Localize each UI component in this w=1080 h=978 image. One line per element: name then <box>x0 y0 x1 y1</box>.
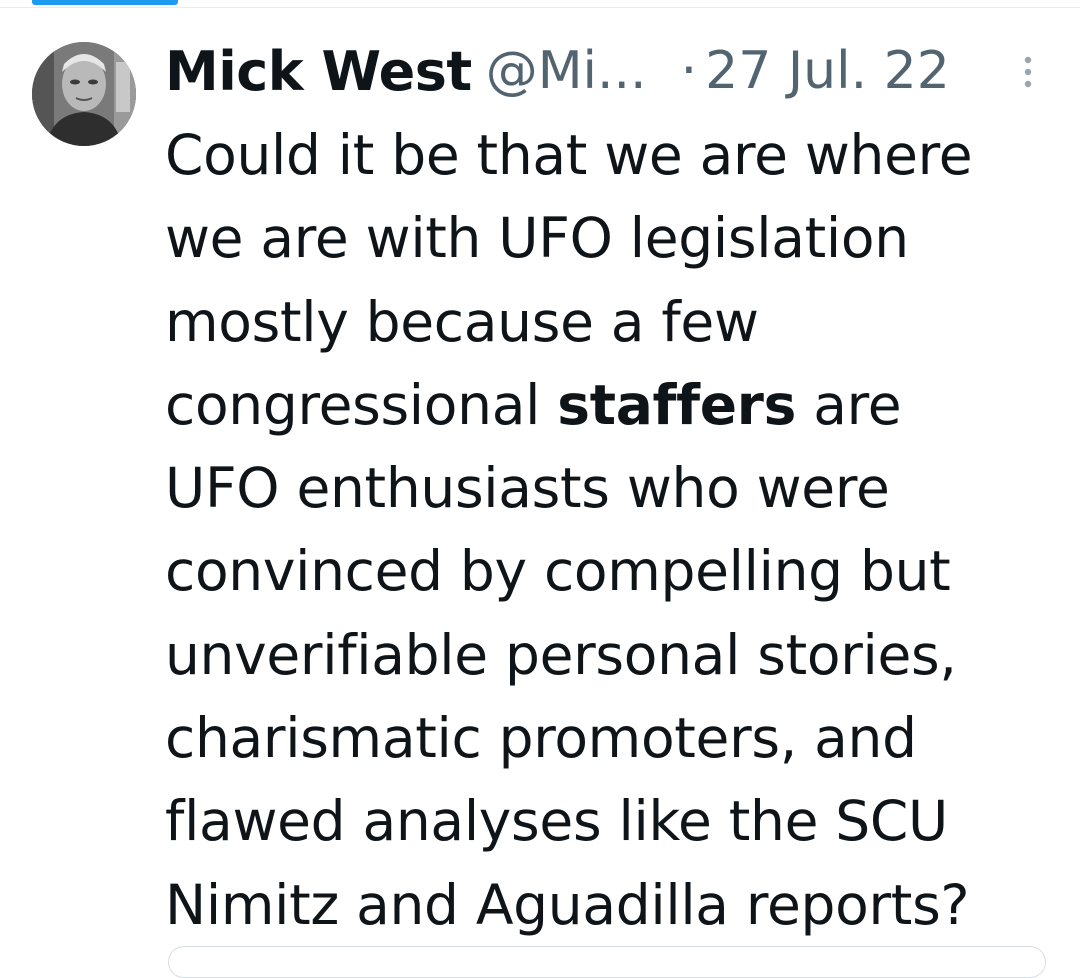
avatar[interactable] <box>32 42 136 146</box>
active-tab-indicator <box>32 0 178 5</box>
author-name[interactable]: Mick West <box>165 40 472 103</box>
quoted-card[interactable] <box>168 946 1046 978</box>
highlighted-term: staffers <box>557 372 797 437</box>
more-options-button[interactable] <box>1022 52 1034 92</box>
tweet-line: congressional staffers are <box>165 364 1065 447</box>
tweet-text: Could it be that we are where we are wit… <box>165 114 1065 947</box>
divider <box>0 7 1080 8</box>
tweet-date[interactable]: 27 Jul. 22 <box>705 41 950 101</box>
tweet-text-segment: congressional <box>165 372 558 437</box>
tweet-header: Mick West @Mi... · 27 Jul. 22 <box>165 36 950 106</box>
tweet-line: we are with UFO legislation <box>165 206 909 271</box>
separator: · <box>680 41 698 101</box>
tweet-line: charismatic promoters, and <box>165 706 917 771</box>
tweet-line: unverifiable personal stories, <box>165 622 957 687</box>
tweet-line: convinced by compelling but <box>165 539 951 604</box>
author-handle[interactable]: @Mi... <box>486 41 647 101</box>
tweet-line: mostly because a few <box>165 289 759 354</box>
tweet-line: flawed analyses like the SCU <box>165 789 948 854</box>
tweet-line: Could it be that we are where <box>165 123 973 187</box>
tweet-line: Nimitz and Aguadilla reports? <box>165 872 970 937</box>
tweet-text-segment: are <box>796 372 902 437</box>
avatar-photo <box>32 42 136 146</box>
vertical-ellipsis-icon <box>1024 56 1032 88</box>
tweet-line: UFO enthusiasts who were <box>165 456 890 521</box>
